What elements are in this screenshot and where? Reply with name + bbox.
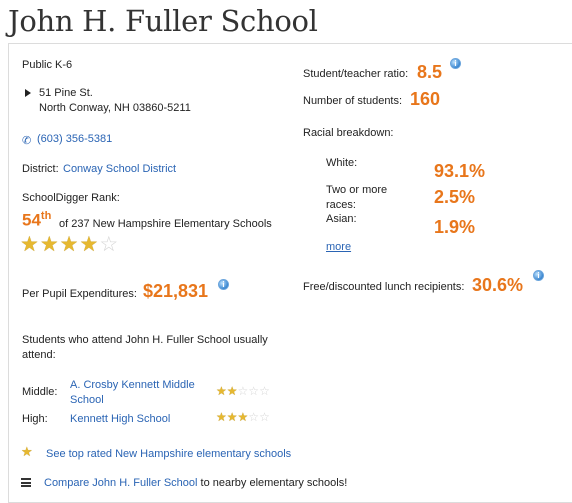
star-empty-icon: ☆: [248, 410, 260, 424]
rank-number-value: 54: [22, 210, 41, 230]
star-empty-icon: ☆: [248, 384, 260, 398]
rank-label: SchoolDigger Rank:: [22, 192, 120, 204]
compare-link[interactable]: Compare John H. Fuller School: [44, 477, 197, 489]
phone-link[interactable]: (603) 356-5381: [37, 132, 112, 147]
rank-suffix: th: [40, 210, 52, 222]
race-two-label-line-1: Two or more: [326, 184, 388, 196]
star-filled-icon: ★: [216, 384, 227, 398]
star-filled-icon: ★: [59, 233, 80, 256]
top-rated-link[interactable]: See top rated New Hampshire elementary s…: [46, 447, 291, 462]
attend-text-line-2: attend:: [22, 349, 56, 361]
ppe-value: $21,831: [143, 281, 209, 301]
ratio-value: 8.5: [417, 62, 443, 82]
grades-label: Public K-6: [22, 59, 73, 71]
star-empty-icon: ☆: [259, 410, 270, 424]
star-filled-icon: ★: [226, 410, 238, 424]
info-icon[interactable]: i: [450, 58, 461, 69]
star-filled-icon: ★: [237, 410, 249, 424]
info-icon[interactable]: i: [218, 279, 229, 290]
star-filled-icon: ★: [39, 233, 60, 256]
middle-school-link-line-1[interactable]: A. Crosby Kennett Middle: [70, 378, 195, 393]
middle-school-stars: ★★☆☆☆: [216, 384, 270, 398]
star-empty-icon: ☆: [99, 233, 120, 256]
race-two-label-line-2: races:: [326, 199, 356, 211]
students-label: Number of students:: [303, 95, 403, 107]
race-asian-label: Asian:: [326, 213, 357, 225]
high-school-stars: ★★★☆☆: [216, 410, 270, 424]
middle-school-link-line-2[interactable]: School: [70, 393, 104, 408]
page-title: John H. Fuller School: [8, 4, 318, 38]
info-icon[interactable]: i: [533, 270, 544, 281]
rank-description: of 237 New Hampshire Elementary Schools: [59, 218, 272, 230]
star-empty-icon: ☆: [237, 384, 249, 398]
star-filled-icon: ★: [226, 384, 238, 398]
district-link[interactable]: Conway School District: [63, 162, 176, 177]
students-value: 160: [410, 89, 441, 109]
more-link[interactable]: more: [326, 240, 351, 255]
racial-label: Racial breakdown:: [303, 127, 394, 139]
middle-label: Middle:: [22, 386, 58, 398]
race-asian-value: 1.9%: [434, 217, 476, 237]
ppe-label: Per Pupil Expenditures:: [22, 288, 137, 300]
list-icon: [21, 478, 31, 489]
high-school-link[interactable]: Kennett High School: [70, 412, 170, 427]
lunch-label: Free/discounted lunch recipients:: [303, 281, 465, 293]
star-filled-icon: ★: [216, 410, 227, 424]
attend-text-line-1: Students who attend John H. Fuller Schoo…: [22, 334, 268, 346]
lunch-value: 30.6%: [472, 275, 524, 295]
address-line-1: 51 Pine St.: [39, 87, 93, 99]
race-white-value: 93.1%: [434, 161, 486, 181]
rank-number: 54th: [22, 206, 51, 231]
high-label: High:: [22, 413, 48, 425]
address-line-2: North Conway, NH 03860-5211: [39, 102, 191, 114]
star-filled-icon: ★: [20, 233, 40, 256]
compare-line: Compare John H. Fuller School to nearby …: [44, 476, 347, 491]
expand-arrow-icon[interactable]: [25, 89, 31, 97]
star-empty-icon: ☆: [259, 384, 270, 398]
school-rating-stars: ★★★★☆: [20, 234, 119, 256]
star-filled-icon: ★: [79, 233, 100, 256]
race-white-label: White:: [326, 157, 358, 169]
phone-icon: ✆: [22, 135, 32, 147]
compare-suffix: to nearby elementary schools!: [197, 477, 348, 489]
star-icon: ★: [21, 444, 33, 459]
ratio-label: Student/teacher ratio:: [303, 68, 409, 80]
district-label: District:: [22, 163, 59, 175]
race-two-value: 2.5%: [434, 187, 476, 207]
